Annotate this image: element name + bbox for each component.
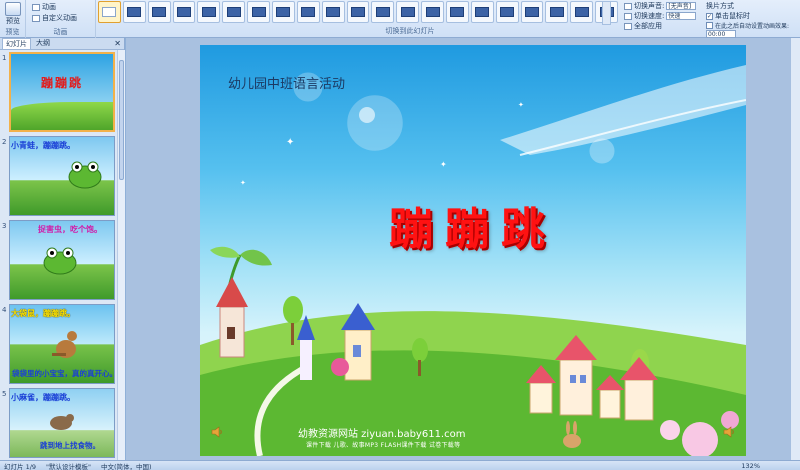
slide-2-preview: 小青蛙，蹦蹦跳。 [9,136,115,216]
slide-title[interactable]: 蹦蹦跳 [200,193,746,257]
transition-push-right[interactable] [446,1,469,23]
frog-catching-bug-icon [43,247,77,275]
animation-dropdown[interactable]: 动画 [32,2,56,12]
panel-scrollbar[interactable] [117,50,125,460]
kangaroo-icon [52,331,77,358]
slide-3-preview: 捉害虫，吃个饱。 [9,220,115,300]
theme-name: "默认设计模板" [46,462,92,470]
on-click-checkbox[interactable]: ✓ 单击鼠标时 [706,11,750,21]
apply-all-button[interactable]: 全部应用 [624,21,662,31]
preview-icon [5,2,21,16]
sound-combo[interactable]: [无声音] [666,2,697,10]
transition-uncover[interactable] [545,1,569,23]
apply-all-icon [624,22,632,30]
language-indicator[interactable]: 中文(简体，中国) [101,461,152,470]
slide-thumbnail-2[interactable]: 2 小青蛙，蹦蹦跳。 [0,136,118,218]
frog-icon [68,161,102,189]
transition-push-down[interactable] [396,1,420,23]
transition-cut-black[interactable] [197,1,221,23]
slide-thumbnail-4[interactable]: 4 大袋鼠，蹦蹦跳。 袋袋里的小宝宝，真的真开心。 [0,304,118,386]
transition-speed[interactable]: 切换速度: 快速 [624,11,697,21]
advance-label: 换片方式 [706,2,734,10]
transition-push-left[interactable] [421,1,445,23]
slide-editing-area: ✦ ✦ ✦ ✦ 幼儿园中班语言活动 蹦蹦跳 幼教资源网站 ziyuan.baby… [126,38,800,460]
close-icon[interactable]: ✕ [114,39,121,48]
zoom-level[interactable]: 132% [741,462,760,470]
svg-text:✦: ✦ [286,137,294,148]
slide-4-preview: 大袋鼠，蹦蹦跳。 袋袋里的小宝宝，真的真开心。 [9,304,115,384]
tab-slides[interactable]: 幻灯片 [2,38,31,49]
transition-dissolve[interactable] [222,1,246,23]
speed-combo[interactable]: 快速 [666,12,697,20]
custom-animation-icon [32,14,40,22]
auto-after-time[interactable]: 00:00 [706,30,736,38]
transition-gallery [98,1,619,25]
transition-push-up[interactable] [470,1,494,23]
transition-options-group: 切换声音: [无声音] 切换速度: 快速 全部应用 换片方式 ✓ 单击鼠标时 在… [620,0,800,38]
transition-split[interactable] [346,1,370,23]
slide-count: 幻灯片 1/9 [4,462,37,470]
slide-footer-sub[interactable]: 课件下载 儿歌、故事MP3 FLASH课件下载 试卷下载等 [306,440,460,449]
transition-cut[interactable] [172,1,196,23]
custom-animation-button[interactable]: 自定义动画 [32,13,77,23]
animation-icon [32,3,40,11]
sound-icon [624,2,632,10]
preview-button[interactable]: 预览 [4,2,22,25]
slide-footer[interactable]: 幼教资源网站 ziyuan.baby611.com [298,425,465,440]
transition-wipe-right[interactable] [296,1,320,23]
slide-thumbnail-5[interactable]: 5 小麻雀，蹦蹦跳。 跳到地上找食物。 [0,388,118,470]
slide-thumbnail-1[interactable]: 1 蹦蹦跳 [0,52,118,134]
transition-fade[interactable] [122,1,146,23]
tab-outline[interactable]: 大纲 [33,38,53,49]
slide-thumbnail-3[interactable]: 3 捉害虫，吃个饱。 [0,220,118,302]
transition-cover-left[interactable] [520,1,544,23]
svg-text:✦: ✦ [240,179,246,187]
slides-panel: 幻灯片 大纲 ✕ 1 蹦蹦跳 2 小青蛙，蹦蹦跳。 3 捉害虫，吃个饱。 4 大… [0,38,125,460]
transition-split-out[interactable] [371,1,395,23]
svg-text:✦: ✦ [440,160,447,169]
panel-scroll-thumb[interactable] [119,60,124,180]
slide-5-preview: 小麻雀，蹦蹦跳。 跳到地上找食物。 [9,388,115,458]
transition-cover[interactable] [495,1,519,23]
speed-icon [624,12,632,20]
after-time-input[interactable]: 00:00 [706,30,736,38]
transition-none[interactable] [98,1,121,23]
transition-gallery-scroll[interactable] [602,1,611,25]
animation-group: 动画 自定义动画 动画 [26,0,96,38]
checkbox-checked-icon: ✓ [706,12,713,20]
transition-wipe-up[interactable] [321,1,345,23]
sparrow-icon [50,414,74,430]
preview-group: 预览 预览 [0,0,26,38]
slide-subtitle[interactable]: 幼儿园中班语言活动 [228,73,345,92]
transition-box-in[interactable] [570,1,594,23]
svg-text:✦: ✦ [518,101,524,109]
slide-1-preview: 蹦蹦跳 [9,52,115,132]
speaker-icon[interactable] [210,425,224,439]
transition-wipe-down[interactable] [247,1,271,23]
auto-after-checkbox[interactable]: 在此之后自动设置动画效果: [706,21,789,30]
transition-wipe-left[interactable] [272,1,295,23]
stage-scrollbar[interactable] [790,38,800,460]
transition-fade-black[interactable] [147,1,171,23]
status-bar: 幻灯片 1/9 "默认设计模板" 中文(简体，中国) 132% [0,460,800,470]
speaker-icon-right[interactable] [722,425,736,439]
panel-tabs: 幻灯片 大纲 ✕ [0,38,124,50]
checkbox-unchecked-icon [706,22,713,29]
ribbon: 预览 预览 动画 自定义动画 动画 切换到此幻灯片 切换声音: [无声音] 切换… [0,0,800,38]
transition-sound[interactable]: 切换声音: [无声音] [624,1,697,11]
current-slide[interactable]: ✦ ✦ ✦ ✦ 幼儿园中班语言活动 蹦蹦跳 幼教资源网站 ziyuan.baby… [200,45,746,456]
